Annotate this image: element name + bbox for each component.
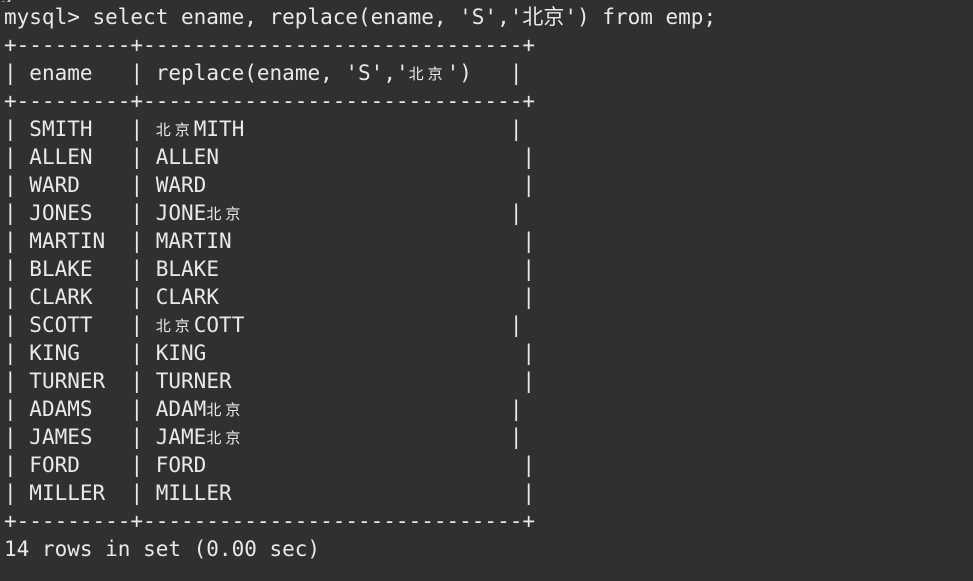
result-footer: 14 rows in set (0.00 sec): [4, 537, 321, 561]
clipped-scrollback-line: g: [0, 0, 973, 2]
cjk-text: 北京: [206, 401, 245, 419]
table-bottom-rule: +---------+-----------------------------…: [4, 509, 536, 533]
table-row: | JAMES | JAME北京 |: [4, 425, 523, 449]
cjk-text: 北京: [206, 429, 245, 447]
table-row: | FORD | FORD |: [4, 453, 536, 477]
cjk-text: 北京: [408, 65, 447, 83]
cjk-text: 北京: [155, 121, 194, 139]
query-line: mysql> select ename, replace(ename, 'S',…: [4, 5, 717, 29]
cjk-text: 北京: [155, 317, 194, 335]
table-row: | TURNER | TURNER |: [4, 369, 536, 393]
table-row: | ALLEN | ALLEN |: [4, 145, 536, 169]
table-row: | ADAMS | ADAM北京 |: [4, 397, 523, 421]
table-header-row: | ename | replace(ename, 'S','北京') |: [4, 61, 523, 85]
table-row: | MILLER | MILLER |: [4, 481, 536, 505]
table-row: | BLAKE | BLAKE |: [4, 257, 536, 281]
table-header-rule: +---------+-----------------------------…: [4, 89, 536, 113]
table-row: | MARTIN | MARTIN |: [4, 229, 536, 253]
table-row: | CLARK | CLARK |: [4, 285, 536, 309]
table-row: | WARD | WARD |: [4, 173, 536, 197]
table-rows: | SMITH | 北京MITH | | ALLEN | ALLEN | | WAR…: [0, 115, 973, 507]
table-row: | SMITH | 北京MITH |: [4, 117, 523, 141]
terminal-output: mysql> select ename, replace(ename, 'S',…: [0, 3, 973, 563]
terminal-window[interactable]: g mysql> select ename, replace(ename, 'S…: [0, 0, 973, 581]
table-row: | JONES | JONE北京 |: [4, 201, 523, 225]
cjk-text: 北京: [206, 205, 245, 223]
table-top-rule: +---------+-----------------------------…: [4, 33, 536, 57]
table-row: | KING | KING |: [4, 341, 536, 365]
table-row: | SCOTT | 北京COTT |: [4, 313, 523, 337]
